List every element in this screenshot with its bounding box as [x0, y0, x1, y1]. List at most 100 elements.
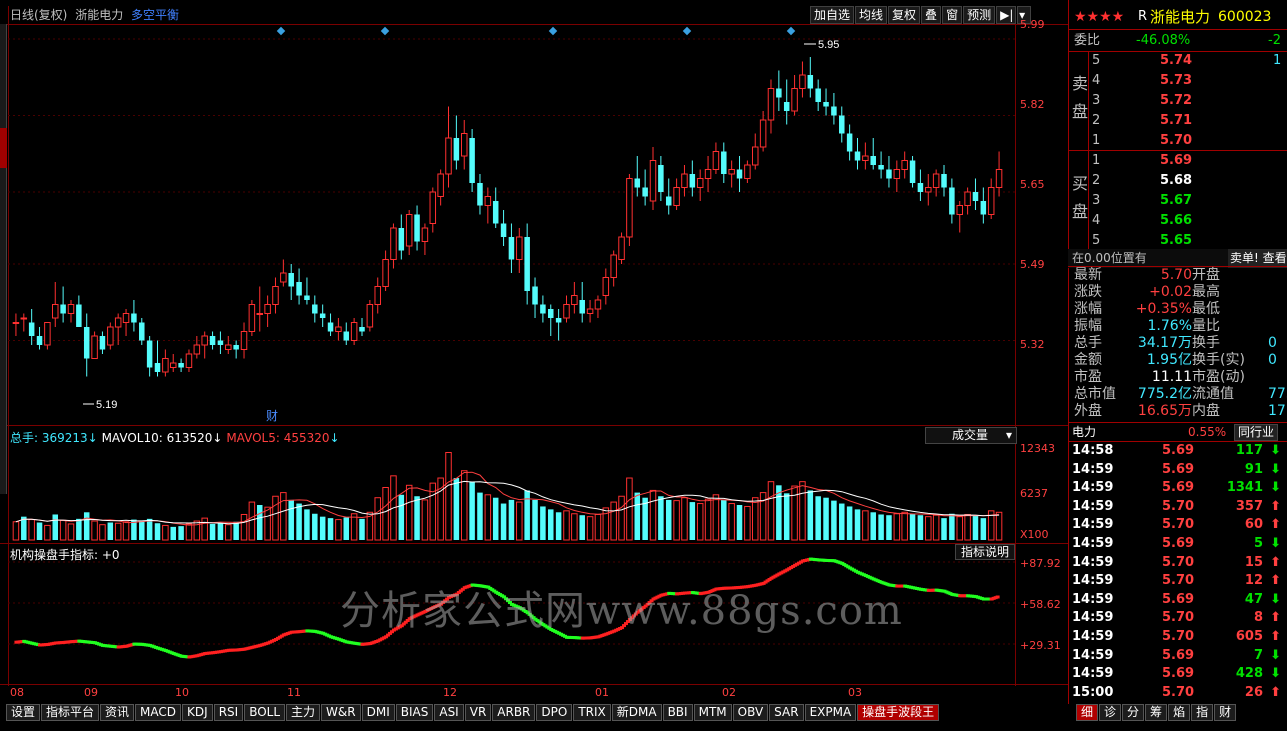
tab-13[interactable]: ARBR	[492, 704, 536, 721]
event-diamond-icon[interactable]	[548, 26, 558, 36]
arrow-up-icon: ⬆	[1270, 573, 1281, 589]
candle-body-up	[767, 88, 775, 121]
tab-6[interactable]: BOLL	[244, 704, 286, 721]
candle-body-up	[586, 308, 594, 314]
candle-body-down	[949, 187, 955, 215]
volume-bar-down	[579, 515, 585, 540]
bid-row[interactable]: 3 5.67	[1068, 191, 1287, 210]
ask-row[interactable]: 2 5.71	[1068, 111, 1287, 130]
tab-3[interactable]: MACD	[135, 704, 182, 721]
tab-7[interactable]: 主力	[286, 704, 321, 721]
tab-14[interactable]: DPO	[536, 704, 573, 721]
overlay-button[interactable]: 叠	[921, 6, 942, 24]
sector-name[interactable]: 电力	[1072, 423, 1096, 442]
tab-5[interactable]: RSI	[213, 704, 244, 721]
left-side-tabs[interactable]	[0, 24, 7, 494]
quote-label: 涨跌	[1074, 284, 1102, 300]
tab-21[interactable]: EXPMA	[804, 704, 857, 721]
tab-12[interactable]: VR	[464, 704, 492, 721]
volume-bar-down	[839, 503, 845, 540]
event-diamond-icon[interactable]	[380, 26, 390, 36]
quote-tab-3[interactable]: 筹	[1145, 704, 1168, 721]
candle-body-down	[878, 165, 884, 170]
quote-tab-0[interactable]: 细	[1076, 704, 1099, 721]
candle-body-down	[477, 183, 483, 206]
chart-period-label[interactable]: 日线(复权)	[10, 8, 67, 22]
tab-18[interactable]: MTM	[693, 704, 732, 721]
forecast-button[interactable]: 预测	[963, 6, 996, 24]
bid-row[interactable]: 4 5.66	[1068, 211, 1287, 230]
quote-tab-6[interactable]: 财	[1214, 704, 1237, 721]
candle-body-up	[791, 88, 798, 112]
candle-body-up	[366, 304, 374, 328]
volume-bar-up	[421, 499, 429, 541]
tab-1[interactable]: 指标平台	[41, 704, 100, 721]
same-industry-button[interactable]: 同行业	[1234, 424, 1279, 441]
volume-bar-down	[524, 490, 530, 540]
volume-chart[interactable]	[8, 444, 1015, 542]
trade-time: 15:00	[1072, 684, 1114, 700]
add-watchlist-button[interactable]: 加自选	[810, 6, 855, 24]
volume-bar-up	[162, 524, 169, 541]
volume-bar-down	[815, 496, 821, 540]
volume-bar-up	[995, 511, 1003, 541]
tab-10[interactable]: BIAS	[395, 704, 434, 721]
adjust-button[interactable]: 复权	[888, 6, 921, 24]
tab-17[interactable]: BBI	[662, 704, 693, 721]
window-button[interactable]: 窗	[942, 6, 963, 24]
volume-bar-down	[823, 497, 829, 540]
margin-badge: R	[1138, 9, 1148, 24]
quote-label: 总手	[1074, 335, 1102, 351]
quote-tab-1[interactable]: 诊	[1099, 704, 1122, 721]
event-diamond-icon[interactable]	[276, 26, 286, 36]
event-diamond-icon[interactable]	[786, 26, 796, 36]
tab-22[interactable]: 操盘手波段王	[857, 704, 940, 721]
ask-row[interactable]: 1 5.70	[1068, 131, 1287, 150]
ask-row[interactable]: 3 5.72	[1068, 91, 1287, 110]
tab-19[interactable]: OBV	[732, 704, 769, 721]
jump-icon[interactable]: ▶|	[996, 6, 1017, 24]
candle-body-down	[807, 75, 814, 89]
bid-row[interactable]: 1 5.69	[1068, 151, 1287, 170]
candle-body-up	[193, 344, 201, 355]
sector-change: 0.55%	[1188, 425, 1227, 439]
tab-8[interactable]: W&R	[321, 704, 361, 721]
volume-selector[interactable]: 成交量 ▾	[925, 427, 1017, 444]
candle-body-down	[886, 169, 892, 179]
trade-time: 14:59	[1072, 610, 1114, 626]
candle-body-up	[932, 173, 940, 188]
volume-bar-up	[484, 494, 492, 541]
candlestick-chart[interactable]: 5.95 5.19 财	[8, 25, 1015, 425]
x-month-01: 01	[595, 686, 609, 699]
volume-bar-up	[382, 487, 389, 541]
candle-body-up	[956, 205, 963, 215]
event-diamond-icon[interactable]	[682, 26, 692, 36]
tab-2[interactable]: 资讯	[100, 704, 135, 721]
bid-row[interactable]: 2 5.68	[1068, 171, 1287, 190]
bid-row[interactable]: 5 5.65	[1068, 231, 1287, 250]
tab-4[interactable]: KDJ	[182, 704, 213, 721]
tab-20[interactable]: SAR	[769, 704, 804, 721]
quote-tab-4[interactable]: 焰	[1168, 704, 1191, 721]
tab-0[interactable]: 设置	[6, 704, 41, 721]
trade-price: 5.70	[1162, 573, 1195, 589]
volume-bar-down	[83, 512, 90, 540]
volume-bar-down	[980, 518, 987, 540]
trade-price: 5.69	[1162, 536, 1195, 551]
quote-tab-5[interactable]: 指	[1191, 704, 1214, 721]
finance-marker[interactable]: 财	[266, 409, 278, 423]
left-side-tab-active[interactable]	[0, 128, 7, 168]
volume-bar-down	[854, 509, 861, 540]
tab-9[interactable]: DMI	[361, 704, 395, 721]
ask-row[interactable]: 4 5.73	[1068, 71, 1287, 90]
moving-average-button[interactable]: 均线	[855, 6, 888, 24]
tab-15[interactable]: TRIX	[573, 704, 611, 721]
volume-bar-down	[304, 509, 310, 540]
tab-16[interactable]: 新DMA	[611, 704, 662, 721]
ask-row[interactable]: 5 5.74 1	[1068, 51, 1287, 70]
volume-bar-down	[689, 502, 696, 540]
volume-bar-down	[343, 517, 350, 540]
tab-11[interactable]: ASI	[434, 704, 464, 721]
quote-tab-2[interactable]: 分	[1122, 704, 1145, 721]
weibi-label: 委比	[1074, 33, 1101, 48]
